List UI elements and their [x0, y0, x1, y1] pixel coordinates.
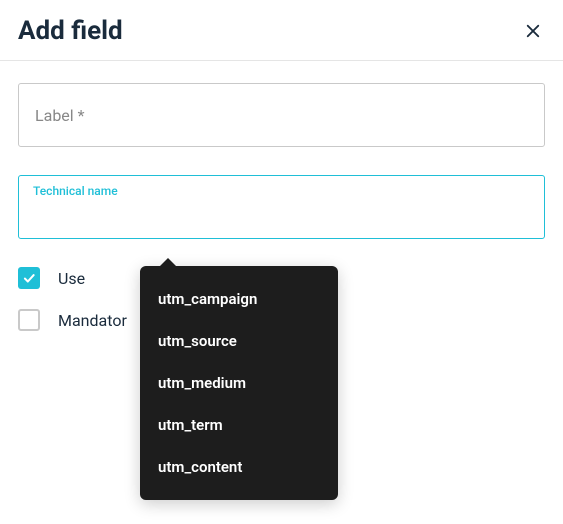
technical-name-input[interactable]	[35, 205, 528, 223]
dropdown-item-utm-term[interactable]: utm_term	[140, 404, 338, 446]
check-icon	[22, 271, 36, 285]
dropdown-item-utm-content[interactable]: utm_content	[140, 446, 338, 488]
technical-name-input-wrapper[interactable]: Technical name	[18, 175, 545, 239]
close-button[interactable]	[521, 19, 545, 43]
dialog-title: Add field	[18, 16, 123, 46]
use-checkbox[interactable]	[18, 267, 40, 289]
dropdown-item-utm-source[interactable]: utm_source	[140, 320, 338, 362]
mandatory-checkbox-label: Mandator	[58, 311, 127, 330]
label-input-wrapper[interactable]: Label *	[18, 83, 545, 147]
dialog-header: Add field	[0, 0, 563, 61]
use-checkbox-label: Use	[58, 269, 85, 288]
label-input-label: Label *	[35, 106, 85, 125]
dropdown-item-utm-medium[interactable]: utm_medium	[140, 362, 338, 404]
mandatory-checkbox[interactable]	[18, 309, 40, 331]
dropdown-item-utm-campaign[interactable]: utm_campaign	[140, 278, 338, 320]
technical-name-input-label: Technical name	[33, 184, 118, 198]
technical-name-dropdown: utm_campaign utm_source utm_medium utm_t…	[140, 266, 338, 500]
close-icon	[524, 22, 542, 40]
